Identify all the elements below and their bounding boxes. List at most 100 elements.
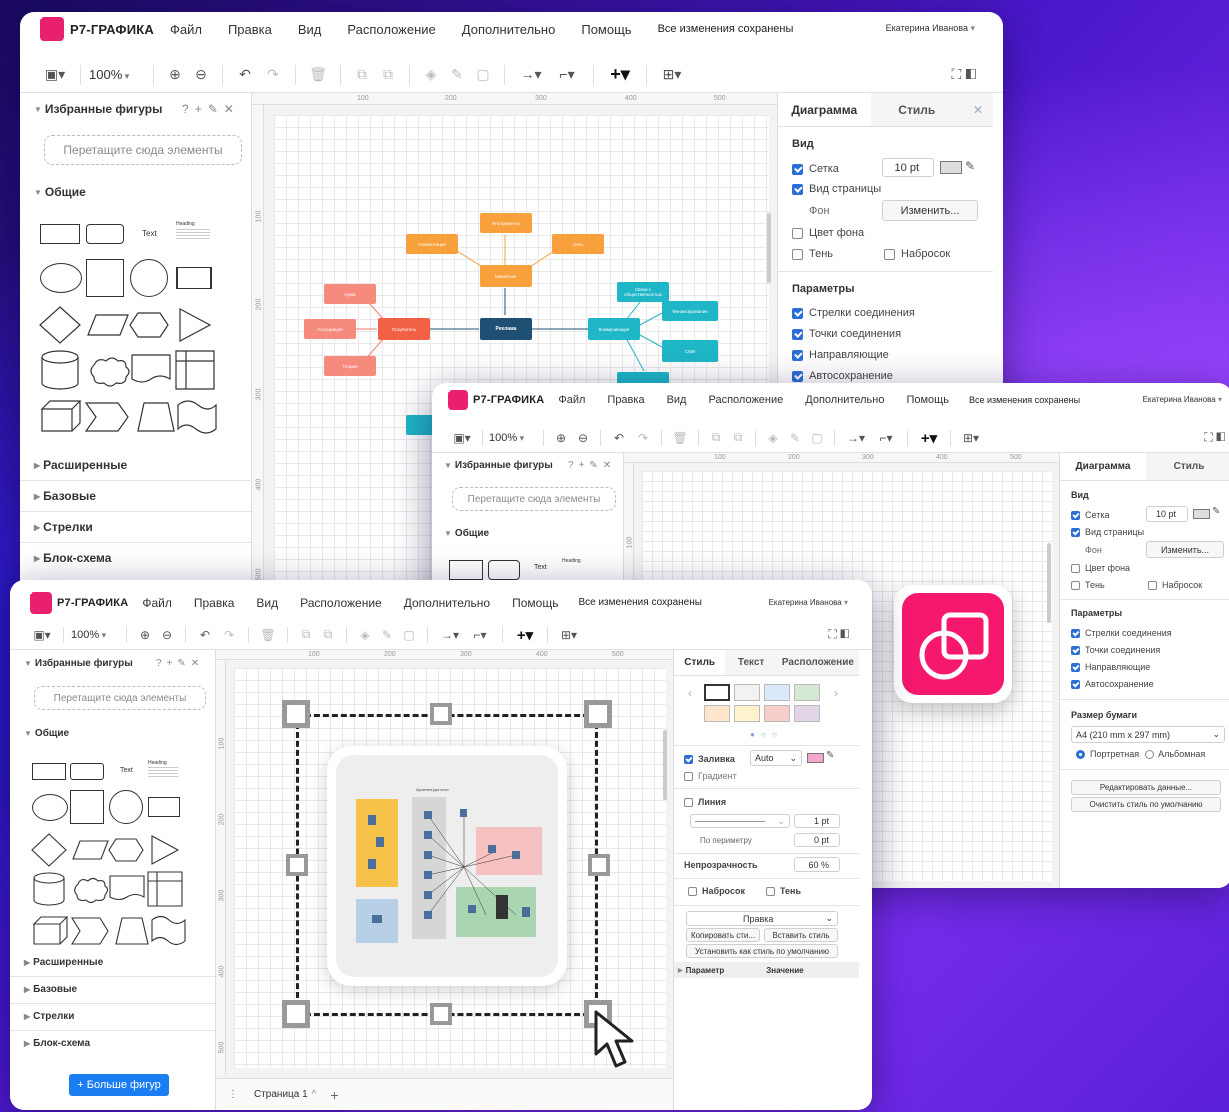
line-color-icon-3[interactable]: ✎ [376,628,398,642]
general-header-3[interactable]: ▼ Общие [24,728,69,739]
favorites-header-3[interactable]: ▼ Избранные фигуры [24,658,133,669]
to-front-icon-3[interactable]: ⧉ [295,627,317,642]
add-icon[interactable]: + [195,102,208,116]
style-swatch-blue[interactable] [764,684,790,701]
menu-help[interactable]: Помощь [581,22,631,37]
resize-handle-sw[interactable] [282,1000,310,1028]
user-menu-3[interactable]: Екатерина Иванова [769,598,848,607]
node-public[interactable]: Связи с общественностью [617,282,669,302]
ellipse-shape[interactable] [40,263,82,293]
tape-shape-3[interactable] [151,915,186,946]
tab-style[interactable]: Стиль [871,93,964,126]
menu-view-2[interactable]: Вид [667,394,687,406]
guides-checkbox-2[interactable] [1071,662,1080,672]
selected-image-tile[interactable]: Архитектура сети [327,746,567,986]
table-icon[interactable]: ⊞▾ [655,66,689,83]
rectangle-shape-2[interactable] [449,560,483,580]
triangle-shape-3[interactable] [151,835,180,865]
internal-storage-shape-3[interactable] [147,871,183,907]
line-color-icon-2[interactable]: ✎ [784,431,806,445]
table-icon-3[interactable]: ⊞▾ [555,628,583,642]
favorites-actions-3[interactable]: ?+✎✕ [156,658,204,669]
add-icon-2[interactable]: + [579,460,590,471]
user-menu-2[interactable]: Екатерина Иванова [1143,395,1222,404]
points-option[interactable]: Точки соединения [792,328,901,340]
zoom-select-3[interactable]: 100% [71,629,119,641]
node-consumer[interactable]: Покупатель [378,318,430,340]
arrows-checkbox-2[interactable] [1071,628,1080,638]
square-shape[interactable] [86,259,124,297]
fill-type-select[interactable]: Auto ⌄ [750,750,802,766]
bg-color-option-2[interactable]: Цвет фона [1071,563,1130,573]
redo-icon[interactable]: ↷ [259,66,287,83]
hexagon-shape[interactable] [129,312,169,338]
shadow-checkbox-2[interactable] [1071,580,1080,590]
points-option-2[interactable]: Точки соединения [1071,645,1160,655]
favorites-actions[interactable]: ?+✎✕ [182,102,240,116]
fullscreen-icon-3[interactable]: ⛶ ◧ [826,627,852,642]
connection-icon[interactable]: →▾ [513,66,549,83]
extended-header-3[interactable]: ▶ Расширенные [24,957,103,968]
tab-text[interactable]: Текст [725,650,776,675]
help-icon-3[interactable]: ? [156,658,167,669]
menu-file-2[interactable]: Файл [558,394,585,406]
grid-option[interactable]: Сетка [792,163,839,175]
arrows-option[interactable]: Стрелки соединения [792,307,915,319]
step-shape[interactable] [84,402,129,432]
close-icon-3[interactable]: ✕ [191,658,204,669]
text-shape-3[interactable]: Text [120,767,133,774]
favorites-header-2[interactable]: ▼ Избранные фигуры [444,460,553,471]
copy-style-button[interactable]: Копировать сти... [686,928,760,942]
close-icon-2[interactable]: ✕ [603,460,616,471]
arrows-option-2[interactable]: Стрелки соединения [1071,628,1172,638]
menu-arrange[interactable]: Расположение [347,22,435,37]
style-swatch-white[interactable] [704,684,730,701]
trapezoid-shape-3[interactable] [115,917,149,945]
style-swatch-red[interactable] [764,705,790,722]
page-tab-caret-icon[interactable]: ^ [312,1089,317,1100]
fill-color-icon-3[interactable]: ◈ [354,628,376,642]
node-marketing[interactable]: Маркетинг [480,265,532,287]
diamond-shape-3[interactable] [31,833,67,867]
zoom-out-icon-3[interactable]: ⊖ [156,628,178,642]
shadow-icon-2[interactable]: ▢ [806,431,828,445]
resize-handle-n[interactable] [430,703,452,725]
fill-color-swatch[interactable] [807,753,824,763]
node-center[interactable]: Реклама [480,318,532,340]
node-channels[interactable]: Сеть [552,234,604,254]
table-icon-2[interactable]: ⊞▾ [957,431,985,445]
fill-color-icon[interactable]: ◈ [418,66,444,83]
opacity-input[interactable]: 60 % [794,857,840,872]
menu-edit-3[interactable]: Правка [194,596,235,610]
menu-help-2[interactable]: Помощь [906,394,949,406]
undo-icon-2[interactable]: ↶ [607,431,631,445]
drop-zone-3[interactable]: Перетащите сюда элементы [34,686,206,710]
landscape-radio[interactable] [1145,749,1155,759]
gradient-option[interactable]: Градиент [684,771,737,781]
trapezoid-shape[interactable] [137,402,175,432]
paste-style-button[interactable]: Вставить стиль [764,928,838,942]
guides-option-2[interactable]: Направляющие [1071,662,1150,672]
general-header[interactable]: ▼ Общие [34,185,86,199]
gradient-checkbox[interactable] [684,771,693,781]
zoom-select[interactable]: 100% [89,67,145,82]
menu-view-3[interactable]: Вид [256,596,278,610]
pages-menu-icon[interactable]: ⋮ [228,1089,238,1100]
autosave-option[interactable]: Автосохранение [792,370,893,382]
eyedropper-icon-2[interactable]: ✎ [1212,506,1220,517]
change-background-button[interactable]: Изменить... [882,200,978,221]
node-communication[interactable]: Коммуникация [588,318,640,340]
delete-icon-3[interactable]: 🗑 [256,628,280,642]
zoom-in-icon-3[interactable]: ⊕ [134,628,156,642]
tab-arrange[interactable]: Расположение [777,650,859,675]
points-checkbox-2[interactable] [1071,645,1080,655]
diamond-shape[interactable] [39,306,81,344]
resize-handle-s[interactable] [430,1003,452,1025]
cube-shape[interactable] [40,400,82,432]
insert-icon[interactable]: +▾ [602,64,638,85]
square-shape-3[interactable] [70,790,104,824]
cylinder-shape-3[interactable] [33,872,65,906]
rectangle-shape-3[interactable] [32,763,66,780]
to-front-icon[interactable]: ⧉ [349,66,375,83]
shadow-checkbox[interactable] [792,248,803,260]
